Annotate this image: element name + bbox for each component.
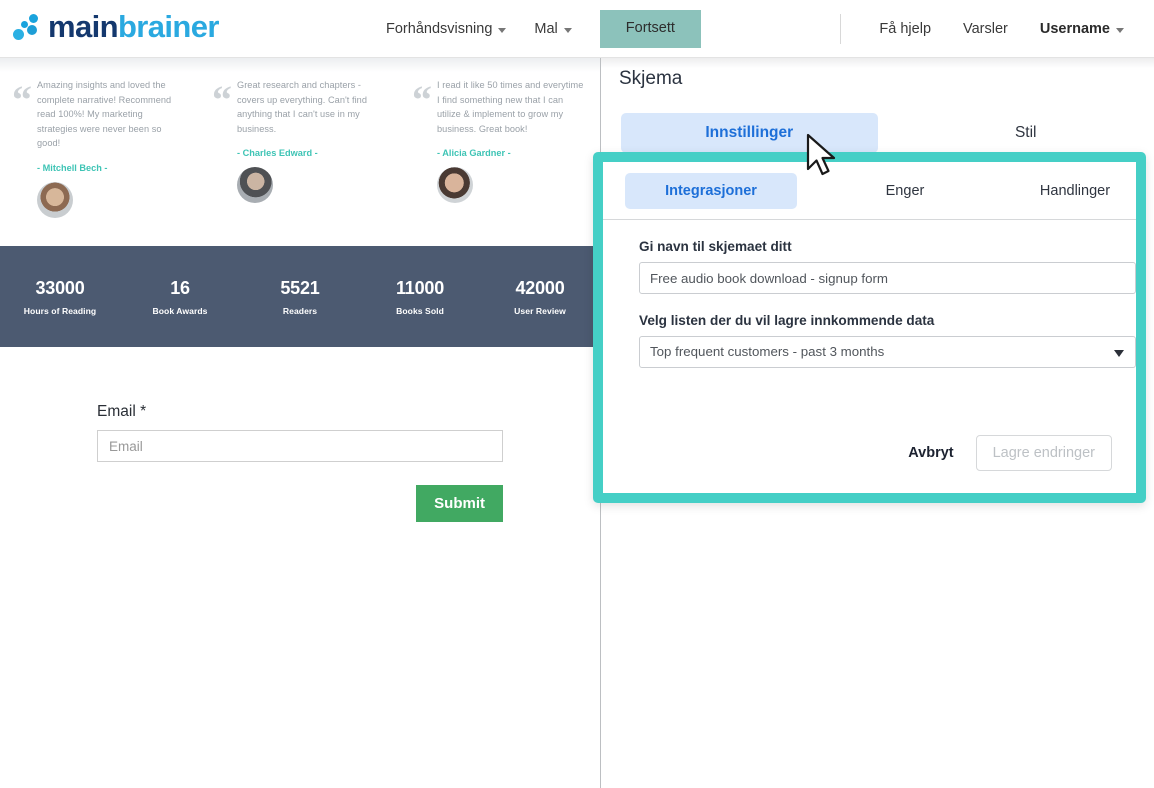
testimonial-author: - Mitchell Bech - [37,162,108,173]
stats-bar: 33000 Hours of Reading 16 Book Awards 55… [0,246,600,347]
modal-content: Integrasjoner Enger Handlinger Gi navn t… [603,162,1136,493]
stat-label: Readers [282,305,318,316]
landing-page-preview: “ Amazing insights and loved the complet… [0,58,600,788]
list-select-wrapper[interactable]: Top frequent customers - past 3 months [639,336,1136,368]
stat-item: 16 Book Awards [120,278,240,316]
tab-label-enger: Enger [885,182,925,199]
nav-label-mal: Mal [534,21,558,37]
chevron-down-icon [1114,350,1124,357]
page-title: Skjema [619,68,683,89]
tab-handlinger[interactable]: Handlinger [1015,173,1135,209]
testimonial-author: - Charles Edward - [237,148,318,159]
tab-innstillinger[interactable]: Innstillinger [621,113,878,153]
nav-item-username[interactable]: Username [1024,0,1140,58]
avatar [37,181,73,218]
stat-item: 11000 Books Sold [360,278,480,316]
stat-item: 5521 Readers [240,278,360,316]
email-input[interactable] [97,430,503,462]
preview-signup-form: Email * Submit [97,403,503,522]
required-asterisk: * [140,403,147,420]
settings-tab-bar: Innstillinger Stil [601,113,1154,153]
nav-label-get-help: Få hjelp [879,21,932,37]
stat-item: 42000 User Review [480,278,600,316]
submit-button[interactable]: Submit [416,485,503,522]
chevron-down-icon [498,27,507,33]
form-settings-modal: Integrasjoner Enger Handlinger Gi navn t… [593,152,1146,503]
header-main-nav: Forhåndsvisning Mal Fortsett [372,0,701,58]
mainbrainer-logo[interactable]: mainbrainer [10,11,219,42]
stat-label: Hours of Reading [23,305,97,316]
chevron-down-icon [1116,27,1124,33]
testimonial-quote: Great research and chapters - covers up … [237,80,368,134]
top-header-bar: mainbrainer Forhåndsvisning Mal Fortsett… [0,0,1154,58]
nav-label-username: Username [1039,21,1110,37]
nav-item-mal[interactable]: Mal [520,0,585,58]
nav-divider [840,14,842,44]
avatar [437,167,473,204]
stat-label: Books Sold [396,305,444,316]
list-select[interactable]: Top frequent customers - past 3 months [639,336,1136,368]
quote-icon: “ [12,77,32,122]
testimonial-quote: I read it like 50 times and everytime I … [437,80,584,134]
stat-item: 33000 Hours of Reading [0,278,120,316]
testimonial-author: - Alicia Gardner - [437,148,511,159]
nav-label-forhandsvisning: Forhåndsvisning [386,21,493,37]
continue-button[interactable]: Fortsett [599,10,701,48]
testimonial-quote: Amazing insights and loved the complete … [37,80,172,149]
quote-icon: “ [412,77,432,122]
tab-label-innstillinger: Innstillinger [705,124,794,141]
stat-number: 5521 [280,277,320,298]
stat-number: 33000 [35,277,85,298]
logo-text-brainer: brainer [117,9,220,44]
quote-icon: “ [212,77,232,122]
list-select-label: Velg listen der du vil lagre innkommende… [639,313,935,328]
email-label-text: Email [97,403,136,420]
modal-action-bar: Avbryt Lagre endringer [904,435,1112,471]
tab-label-stil: Stil [1014,124,1037,141]
testimonials-section: “ Amazing insights and loved the complet… [0,72,600,247]
tab-stil[interactable]: Stil [898,113,1154,153]
nav-item-notifications[interactable]: Varsler [947,0,1024,58]
app-root: mainbrainer Forhåndsvisning Mal Fortsett… [0,0,1154,788]
cancel-button[interactable]: Avbryt [904,439,957,467]
modal-form: Gi navn til skjemaet ditt Velg listen de… [603,220,1136,368]
logo-text-main: main [48,9,119,44]
testimonial-card: “ I read it like 50 times and everytime … [400,72,600,247]
tab-label-integrasjoner: Integrasjoner [665,182,757,199]
stat-label: Book Awards [152,305,208,316]
email-field-label: Email * [97,403,503,421]
pane-top-shadow [601,58,1154,68]
modal-tab-bar: Integrasjoner Enger Handlinger [603,162,1136,220]
avatar [237,167,273,204]
form-name-label: Gi navn til skjemaet ditt [639,239,792,254]
stat-number: 42000 [515,277,565,298]
tab-integrasjoner[interactable]: Integrasjoner [625,172,797,209]
tab-enger[interactable]: Enger [845,173,965,209]
chevron-down-icon [563,27,572,33]
header-right-nav: Få hjelp Varsler Username [840,0,1140,58]
testimonial-card: “ Great research and chapters - covers u… [200,72,400,247]
stat-number: 11000 [395,277,445,298]
stat-label: User Review [514,305,566,316]
nav-item-get-help[interactable]: Få hjelp [863,0,947,58]
stat-number: 16 [170,277,190,298]
testimonial-card: “ Amazing insights and loved the complet… [0,72,200,247]
logo-dots-icon [10,13,44,41]
preview-top-shadow [0,58,600,72]
nav-item-forhandsvisning[interactable]: Forhåndsvisning [372,0,520,58]
nav-label-notifications: Varsler [963,21,1008,37]
save-changes-button[interactable]: Lagre endringer [975,435,1112,471]
tab-label-handlinger: Handlinger [1039,182,1111,199]
form-name-input[interactable] [639,262,1136,294]
